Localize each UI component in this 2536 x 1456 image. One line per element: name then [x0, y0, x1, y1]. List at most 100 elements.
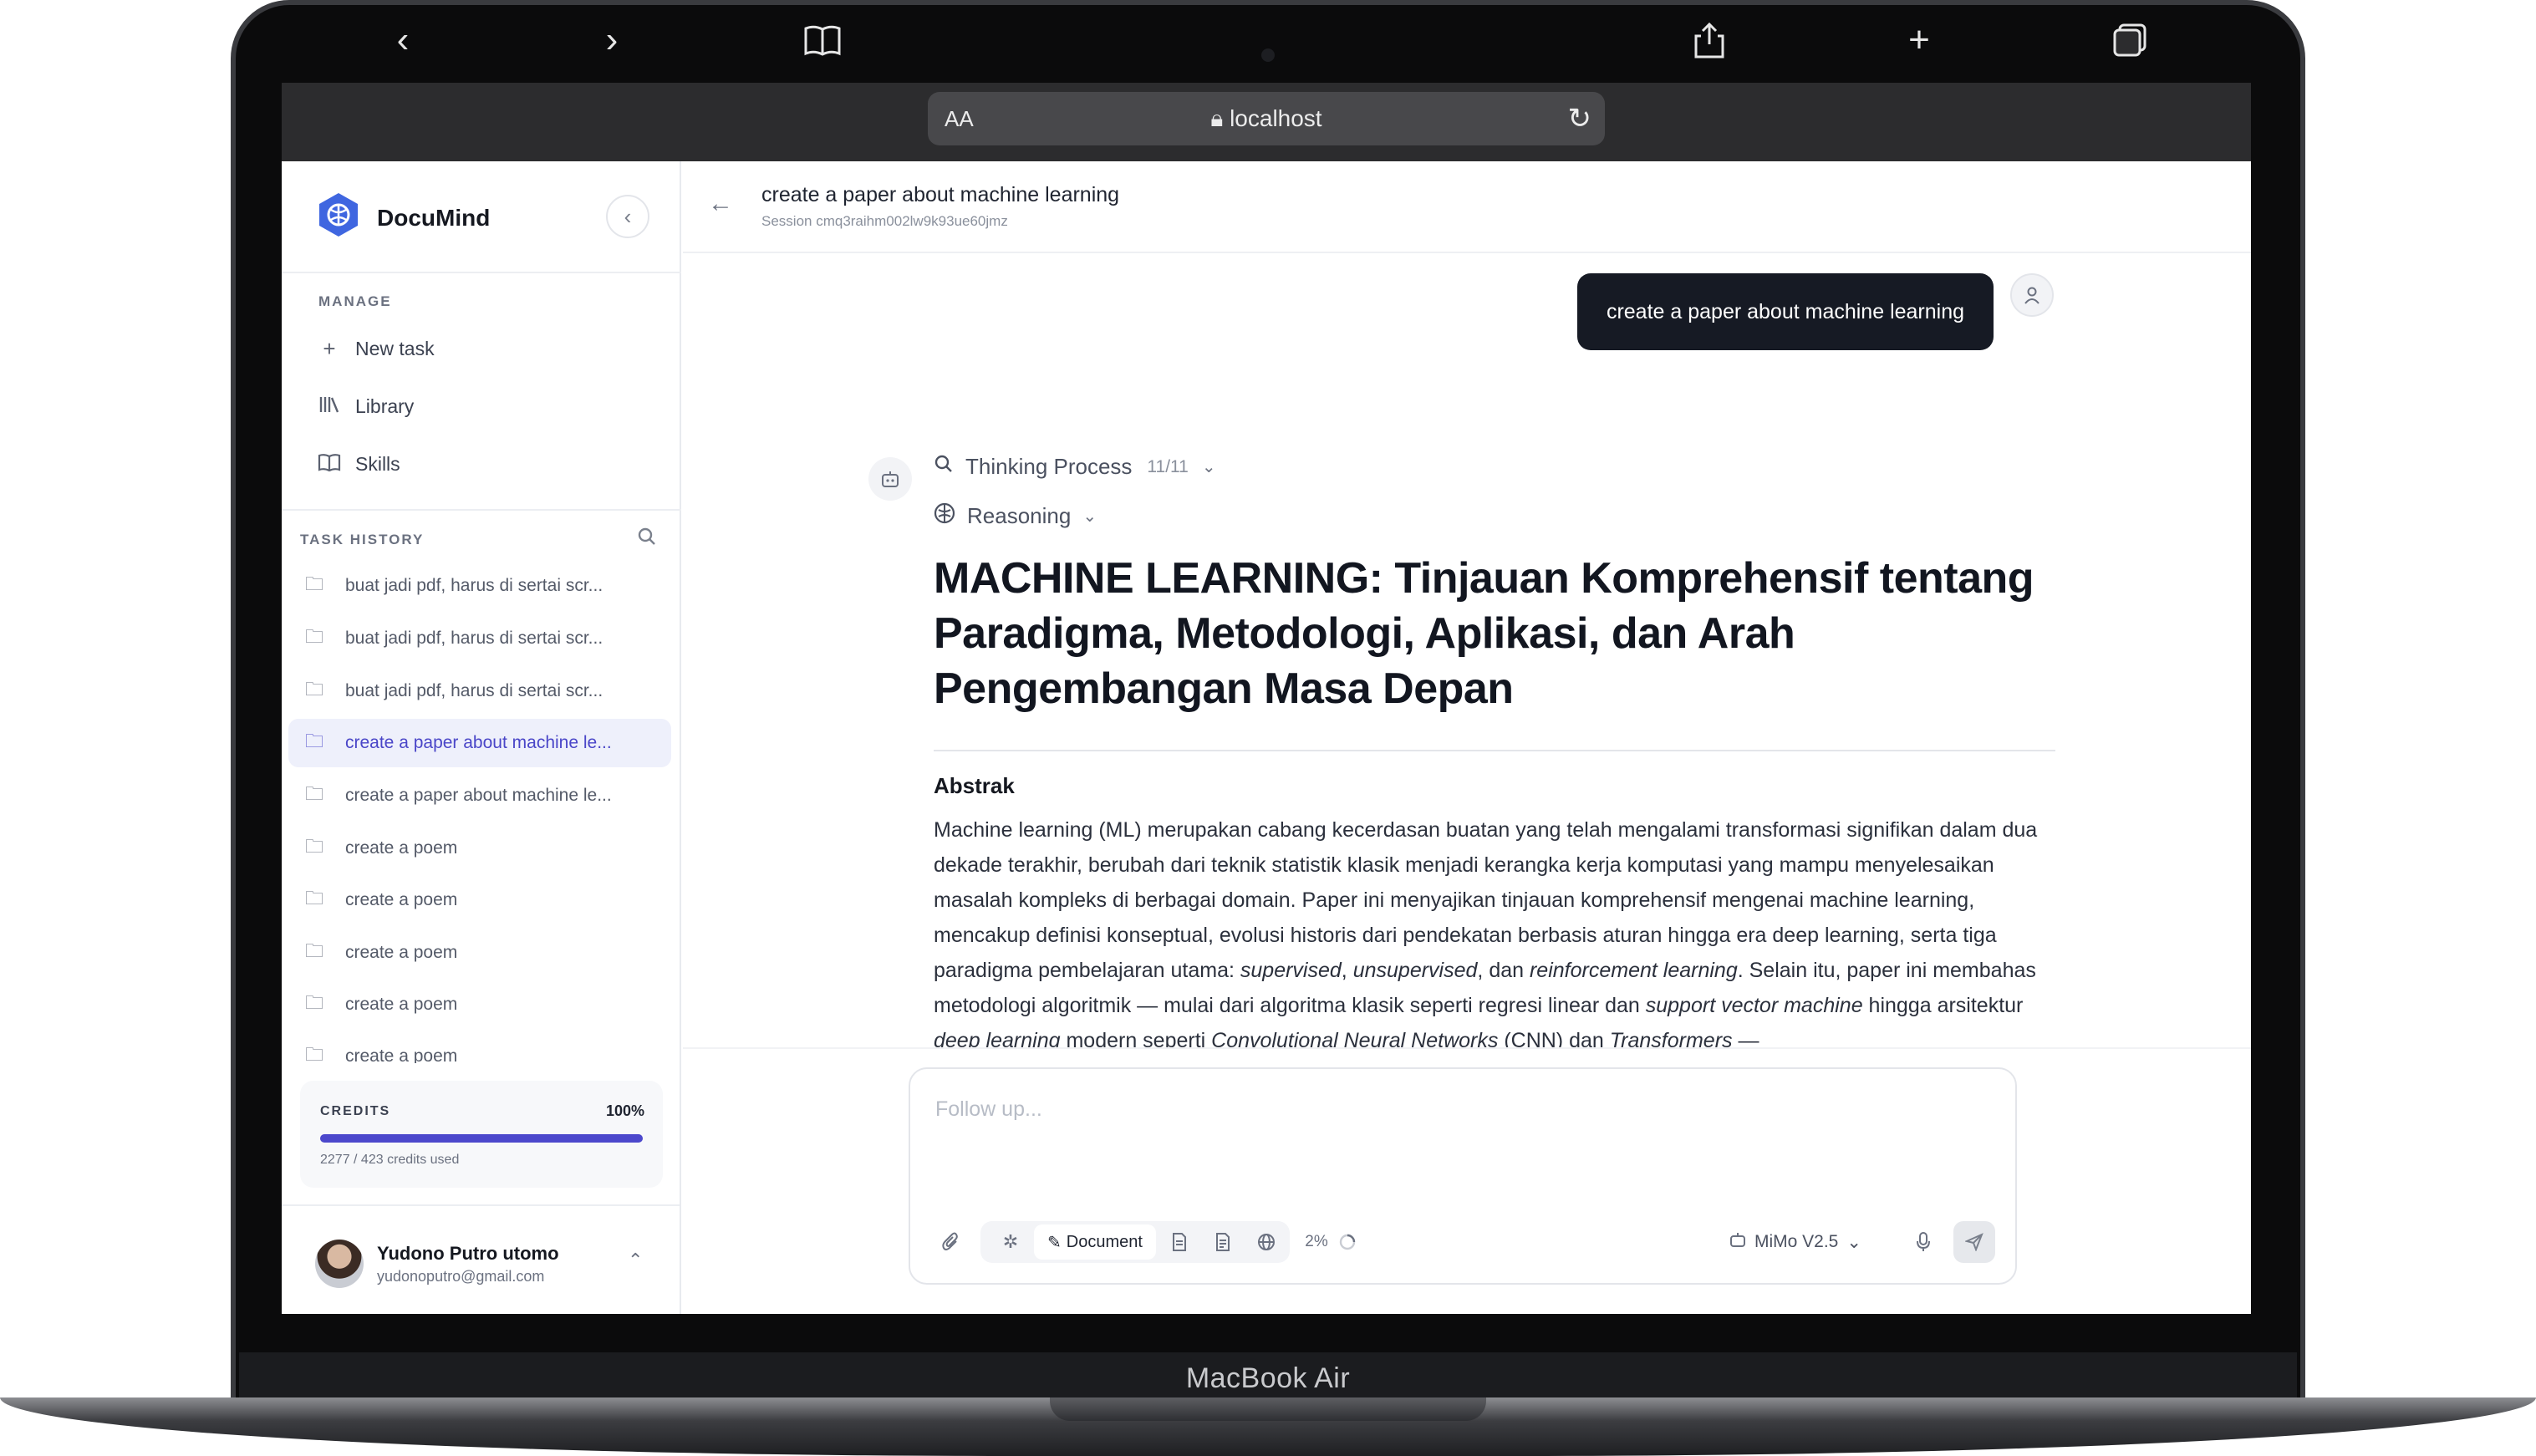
brain-icon [934, 502, 955, 530]
share-icon[interactable] [1684, 15, 1734, 65]
folder-icon: 🗀︎ [305, 888, 324, 909]
chevron-down-icon: ⌄ [1846, 1232, 1861, 1252]
sparkle-icon[interactable]: ✲ [992, 1221, 1029, 1263]
thinking-process-toggle[interactable]: Thinking Process 11/11 ⌄ [934, 454, 1216, 480]
folder-icon: 🗀︎ [305, 1044, 324, 1063]
microphone-icon[interactable] [1907, 1221, 1940, 1263]
history-item-label: create a poem [345, 1046, 458, 1063]
nav-library[interactable]: Library [315, 384, 414, 428]
nav-library-label: Library [355, 395, 415, 417]
divider [934, 750, 2055, 751]
model-selector[interactable]: MiMo V2.5 ⌄ [1729, 1221, 1861, 1263]
collapse-sidebar-button[interactable]: ‹ [606, 195, 649, 238]
model-name: MiMo V2.5 [1754, 1232, 1839, 1251]
bookmarks-icon[interactable] [797, 15, 848, 65]
abstract-text: support vector machine [1645, 994, 1863, 1017]
folder-icon: 🗀︎ [305, 573, 324, 594]
search-icon [934, 454, 954, 480]
folder-icon: 🗀︎ [305, 731, 324, 751]
history-item-label: buat jadi pdf, harus di sertai scr... [345, 576, 603, 595]
abstract-text: unsupervised [1352, 959, 1478, 982]
address-bar[interactable]: AA 🔒︎ localhost ↻ [928, 92, 1605, 145]
history-item-active[interactable]: 🗀︎ create a paper about machine le... [288, 719, 671, 767]
history-item-label: create a poem [345, 995, 458, 1014]
abstract-text: hingga arsitektur [1862, 994, 2024, 1017]
history-item[interactable]: 🗀︎ create a paper about machine le... [288, 771, 671, 820]
laptop-notch [1050, 1397, 1486, 1421]
chevron-down-icon: ⌄ [1201, 458, 1216, 476]
reload-icon[interactable]: ↻ [1568, 102, 1592, 135]
nav-new-task[interactable]: + New task [315, 327, 435, 370]
chevron-down-icon: ⌄ [1082, 507, 1097, 526]
history-item-label: create a paper about machine le... [345, 733, 612, 752]
file-icon[interactable] [1161, 1221, 1198, 1263]
history-item-label: create a paper about machine le... [345, 786, 612, 805]
nav-new-task-label: New task [355, 337, 435, 359]
history-item-label: create a poem [345, 943, 458, 962]
document-mode-button[interactable]: ✎ Document [1034, 1224, 1156, 1260]
thinking-label: Thinking Process [965, 454, 1133, 479]
documind-logo-icon [315, 191, 362, 238]
folder-icon: 🗀︎ [305, 940, 324, 961]
folder-icon: 🗀︎ [305, 992, 324, 1013]
new-tab-icon[interactable]: + [1894, 15, 1944, 65]
thinking-count: 11/11 [1147, 456, 1189, 476]
history-item[interactable]: 🗀︎ create a poem [288, 824, 671, 873]
history-item[interactable]: 🗀︎ create a poem [288, 1032, 671, 1063]
abstract-heading: Abstrak [934, 773, 1015, 798]
composer-toolbar: ✲ ✎ Document 2% MiMo V2.5 ⌄ [910, 1221, 2015, 1263]
user-message-bubble: create a paper about machine learning [1577, 273, 1994, 350]
url-text: 🔒︎ localhost [928, 105, 1605, 133]
history-item[interactable]: 🗀︎ buat jadi pdf, harus di sertai scr... [288, 614, 671, 663]
folder-icon: 🗀︎ [305, 783, 324, 804]
history-item-label: create a poem [345, 890, 458, 909]
abstract-text: Machine learning (ML) merupakan cabang k… [934, 818, 2038, 982]
task-history-list: 🗀︎ buat jadi pdf, harus di sertai scr... … [282, 552, 681, 1063]
follow-up-input[interactable]: Follow up... ✲ ✎ Document 2% MiMo V2.5 ⌄ [909, 1067, 2017, 1285]
file-text-icon[interactable] [1204, 1221, 1241, 1263]
history-item-label: buat jadi pdf, harus di sertai scr... [345, 629, 603, 648]
conversation-title: create a paper about machine learning [761, 183, 1120, 206]
history-item[interactable]: 🗀︎ create a poem [288, 980, 671, 1029]
main-panel: ← create a paper about machine learning … [683, 161, 2251, 1314]
history-item[interactable]: 🗀︎ buat jadi pdf, harus di sertai scr... [288, 667, 671, 715]
abstract-text: , dan [1477, 959, 1530, 982]
forward-icon[interactable]: › [587, 15, 637, 65]
search-history-icon[interactable] [638, 527, 656, 552]
folder-icon: 🗀︎ [305, 679, 324, 700]
composer-area: Follow up... ✲ ✎ Document 2% MiMo V2.5 ⌄ [683, 1047, 2251, 1314]
lock-icon: 🔒︎ [1210, 105, 1224, 131]
back-arrow-icon[interactable]: ← [708, 190, 733, 218]
tabs-overview-icon[interactable] [2105, 15, 2155, 65]
chevron-left-icon: ‹ [624, 203, 632, 229]
document-title: MACHINE LEARNING: Tinjauan Komprehensif … [934, 554, 2034, 713]
reasoning-toggle[interactable]: Reasoning ⌄ [934, 502, 1097, 530]
divider [282, 509, 681, 511]
app-name: DocuMind [377, 205, 491, 231]
task-history-label: TASK HISTORY [300, 532, 425, 547]
history-item-label: buat jadi pdf, harus di sertai scr... [345, 681, 603, 700]
edit-document-icon: ✎ [1047, 1233, 1062, 1252]
abstract-paragraph: Machine learning (ML) merupakan cabang k… [934, 818, 2038, 1052]
history-item[interactable]: 🗀︎ buat jadi pdf, harus di sertai scr... [288, 562, 671, 610]
loading-spinner-icon [1335, 1221, 1360, 1263]
nav-skills[interactable]: Skills [315, 442, 400, 486]
folder-icon: 🗀︎ [305, 626, 324, 647]
progress-percent: 2% [1305, 1233, 1328, 1250]
session-id: Session cmq3raihm002lw9k93ue60jmz [761, 213, 1008, 229]
reasoning-label: Reasoning [967, 503, 1072, 528]
folder-icon: 🗀︎ [305, 836, 324, 857]
attach-icon[interactable] [935, 1221, 965, 1263]
url-label: localhost [1230, 105, 1322, 131]
nav-skills-label: Skills [355, 452, 400, 475]
globe-icon[interactable] [1248, 1221, 1285, 1263]
send-button[interactable] [1953, 1221, 1995, 1263]
conversation-header: ← create a paper about machine learning … [683, 161, 2251, 253]
input-placeholder: Follow up... [935, 1097, 1042, 1121]
back-icon[interactable]: ‹ [378, 15, 428, 65]
history-item[interactable]: 🗀︎ create a poem [288, 929, 671, 977]
abstract-text: reinforcement learning [1529, 959, 1738, 982]
history-item[interactable]: 🗀︎ create a poem [288, 876, 671, 924]
abstract-text: supervised [1240, 959, 1342, 982]
library-icon [315, 394, 344, 420]
